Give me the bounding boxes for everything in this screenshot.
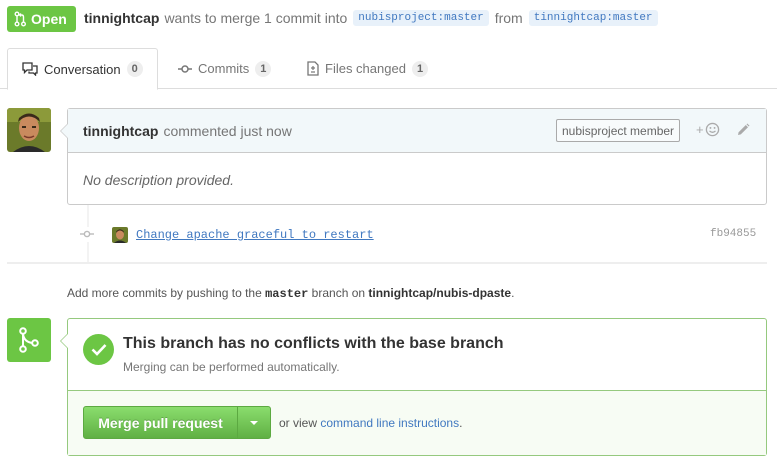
or-view-text: or view (279, 416, 318, 430)
smiley-icon (705, 122, 719, 137)
pr-meta: tinnightcap wants to merge 1 commit into… (84, 10, 664, 26)
reaction-plus-label: + (696, 122, 704, 137)
merge-method-dropdown[interactable] (237, 406, 271, 439)
comment-body: No description provided. (83, 172, 234, 188)
merge-status-subtitle: Merging can be performed automatically. (123, 360, 340, 374)
cli-period: . (459, 416, 463, 430)
commit-sha-link[interactable]: fb94855 (710, 228, 756, 240)
pr-tabs: Conversation 0 Commits 1 Files changed 1 (0, 48, 777, 90)
tab-files-changed-count: 1 (411, 60, 429, 77)
edit-comment-button[interactable] (736, 123, 750, 140)
comment-author-link[interactable]: tinnightcap (83, 123, 158, 139)
from-text: from (494, 10, 523, 26)
commit-icon (178, 64, 192, 73)
merge-box: This branch has no conflicts with the ba… (60, 318, 767, 456)
member-badge: nubisproject member (556, 119, 681, 142)
tab-files-changed-label: Files changed (325, 61, 406, 76)
timeline-commit-icon (80, 227, 94, 242)
timeline-divider (7, 262, 767, 264)
git-pull-request-icon (14, 11, 26, 27)
git-merge-icon (19, 327, 39, 353)
caret-down-icon (250, 420, 258, 425)
commit-message-link[interactable]: Change apache graceful to restart (136, 228, 374, 242)
pencil-icon (738, 123, 750, 135)
file-diff-icon (307, 61, 319, 76)
push-note-prefix: Add more commits by pushing to the (67, 286, 262, 300)
tab-commits-count: 1 (255, 60, 272, 77)
conversation-icon (22, 62, 38, 76)
comment-header: tinnightcap commented just now nubisproj… (68, 109, 766, 153)
tab-conversation[interactable]: Conversation 0 (7, 48, 158, 90)
head-branch-ref[interactable]: tinnightcap:master (528, 10, 658, 26)
merge-actions: Merge pull request or view command line … (68, 391, 766, 455)
comment-box: tinnightcap commented just now nubisproj… (60, 108, 767, 205)
pr-state-label: Open (31, 11, 67, 27)
pr-author-link[interactable]: tinnightcap (84, 10, 159, 26)
merge-status-icon (7, 318, 51, 362)
cli-instructions-note: or view command line instructions. (279, 416, 462, 430)
push-commits-note: Add more commits by pushing to the maste… (67, 286, 514, 301)
avatar[interactable] (7, 108, 51, 152)
pr-action-text: wants to merge 1 commit into (164, 10, 348, 26)
merge-status: This branch has no conflicts with the ba… (68, 319, 766, 391)
merge-status-title: This branch has no conflicts with the ba… (123, 335, 504, 352)
base-branch-ref[interactable]: nubisproject:master (353, 10, 489, 26)
push-note-suffix: . (511, 286, 515, 300)
commit-author-avatar[interactable] (112, 227, 128, 243)
add-reaction-button[interactable]: + (696, 122, 720, 137)
comment-timestamp: commented just now (163, 122, 292, 139)
pr-state-badge: Open (7, 6, 76, 32)
push-note-branch: master (265, 287, 309, 301)
command-line-instructions-link[interactable]: command line instructions (320, 416, 459, 430)
tab-commits[interactable]: Commits 1 (164, 48, 285, 89)
tab-conversation-label: Conversation (44, 61, 121, 77)
author-avatar-image (7, 108, 51, 152)
push-note-repo: tinnightcap/nubis-dpaste (368, 286, 512, 300)
push-note-middle: branch on (311, 286, 366, 300)
check-icon (83, 334, 114, 365)
tab-conversation-count: 0 (126, 61, 143, 77)
tab-files-changed[interactable]: Files changed 1 (293, 48, 442, 89)
merge-pull-request-button[interactable]: Merge pull request (83, 406, 238, 439)
tab-commits-label: Commits (198, 61, 250, 76)
